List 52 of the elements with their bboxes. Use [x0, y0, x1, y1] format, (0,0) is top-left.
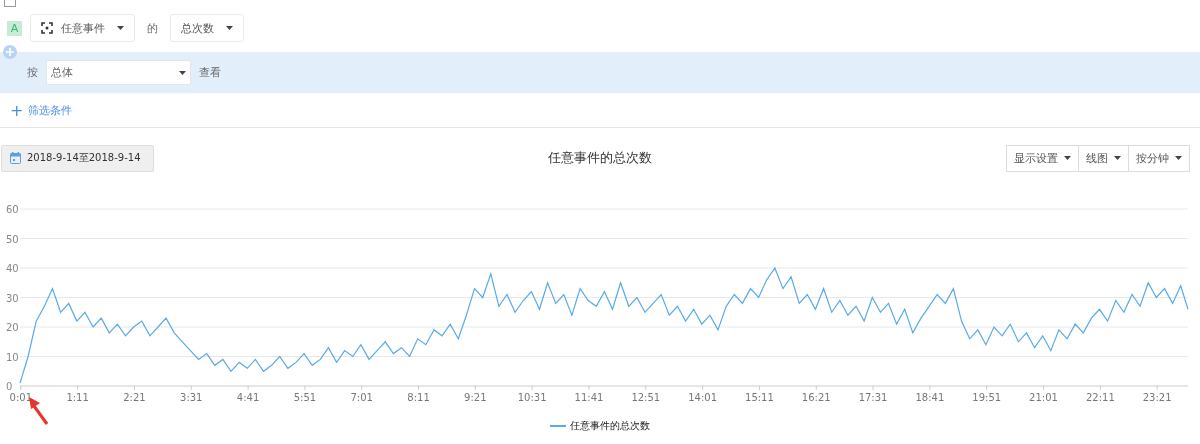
calendar-icon [10, 152, 21, 164]
caret-icon [179, 70, 186, 75]
legend-line-icon [550, 424, 566, 428]
group-suffix: 查看 [199, 65, 221, 80]
add-icon[interactable] [3, 45, 17, 59]
event-icon [41, 22, 53, 34]
axis-label: 9:21 [464, 392, 487, 403]
axis-label: 19:51 [972, 392, 1002, 403]
axis-label: 21:01 [1029, 392, 1058, 403]
event-dropdown[interactable]: 任意事件 [30, 14, 135, 42]
axis-label: 14:01 [688, 392, 718, 403]
axis-label: 15:11 [745, 392, 774, 403]
caret-icon [117, 26, 124, 30]
group-select[interactable]: 总体 [46, 60, 191, 85]
axis-label: 30 [6, 292, 19, 304]
measure-dropdown[interactable]: 总次数 [170, 14, 244, 42]
axis-label: 11:41 [574, 392, 604, 403]
caret-icon [1114, 156, 1121, 160]
axis-label: 7:01 [350, 392, 373, 403]
axis-label: 22:11 [1085, 392, 1115, 403]
axis-label: 16:21 [801, 392, 831, 403]
axis-label: 3:31 [180, 392, 203, 403]
axis-label: 0:01 [9, 392, 33, 403]
axis-label: 18:41 [915, 392, 945, 403]
axis-label: 0 [6, 381, 13, 392]
group-prefix: 按 [27, 65, 38, 80]
axis-label: 17:31 [858, 392, 888, 403]
axis-label: 20 [6, 322, 19, 333]
view-dropdown[interactable]: 显示设置 [1006, 144, 1079, 172]
axis-label: 50 [6, 233, 19, 245]
axis-label: 8:11 [407, 392, 430, 403]
caret-icon [1064, 156, 1071, 160]
axis-label: 10:31 [517, 392, 547, 403]
axis-label: 40 [6, 263, 19, 274]
add-filter-link[interactable]: + 筛选条件 [10, 100, 73, 120]
axis-label: 60 [6, 204, 19, 215]
caret-icon [1175, 156, 1182, 160]
axis-label: 12:51 [631, 392, 661, 403]
date-range-button[interactable]: 2018-9-14至2018-9-14 [1, 144, 154, 172]
connector-label: 的 [147, 20, 158, 36]
view-dropdown[interactable]: 按分钟 [1128, 144, 1190, 172]
axis-label: 4:41 [236, 392, 260, 403]
axis-label: 2:21 [123, 392, 146, 403]
axis-label: 10 [6, 351, 19, 363]
chart-title: 任意事件的总次数 [547, 149, 653, 167]
axis-label: 1:11 [66, 392, 89, 403]
legend-label[interactable]: 任意事件的总次数 [570, 419, 650, 433]
caret-icon [226, 26, 233, 30]
axis-label: 23:21 [1142, 392, 1172, 403]
view-dropdown[interactable]: 线图 [1078, 144, 1129, 172]
axis-label: 5:51 [293, 392, 317, 403]
metric-badge: A [7, 20, 22, 36]
